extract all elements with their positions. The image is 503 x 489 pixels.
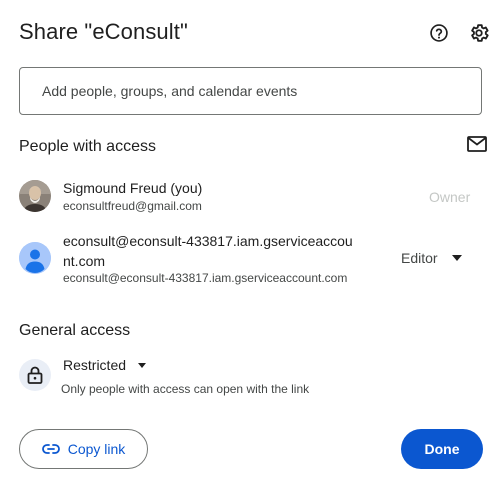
owner-name: Sigmound Freud (you) <box>63 180 203 196</box>
help-icon[interactable] <box>427 21 451 45</box>
access-level-label: Restricted <box>63 357 127 373</box>
owner-role: Owner <box>429 189 471 205</box>
editor-avatar <box>19 242 51 274</box>
general-access-heading: General access <box>19 322 131 339</box>
lock-icon <box>19 359 51 391</box>
copy-link-button[interactable]: Copy link <box>19 429 148 469</box>
chevron-down-icon <box>451 255 462 261</box>
owner-email: econsultfreud@gmail.com <box>63 199 202 213</box>
done-button[interactable]: Done <box>401 429 483 469</box>
access-level-dropdown[interactable]: Restricted <box>63 357 147 373</box>
gear-icon[interactable] <box>467 21 491 45</box>
editor-role-dropdown[interactable]: Editor <box>401 250 462 266</box>
editor-role-label: Editor <box>401 250 438 266</box>
owner-avatar <box>19 180 51 212</box>
mail-icon[interactable] <box>467 136 487 152</box>
editor-email: econsult@econsult-433817.iam.gserviceacc… <box>63 271 348 285</box>
chevron-down-icon <box>138 362 147 368</box>
people-with-access-heading: People with access <box>19 138 156 155</box>
add-people-input[interactable] <box>40 82 464 100</box>
editor-name-line2: nt.com <box>63 253 106 269</box>
dialog-title: Share "eConsult" <box>19 19 188 44</box>
add-people-field[interactable] <box>19 67 482 115</box>
copy-link-label: Copy link <box>67 441 126 457</box>
access-description: Only people with access can open with th… <box>61 382 310 396</box>
link-icon <box>41 444 60 454</box>
editor-name-line1: econsult@econsult-433817.iam.gserviceacc… <box>63 233 353 249</box>
